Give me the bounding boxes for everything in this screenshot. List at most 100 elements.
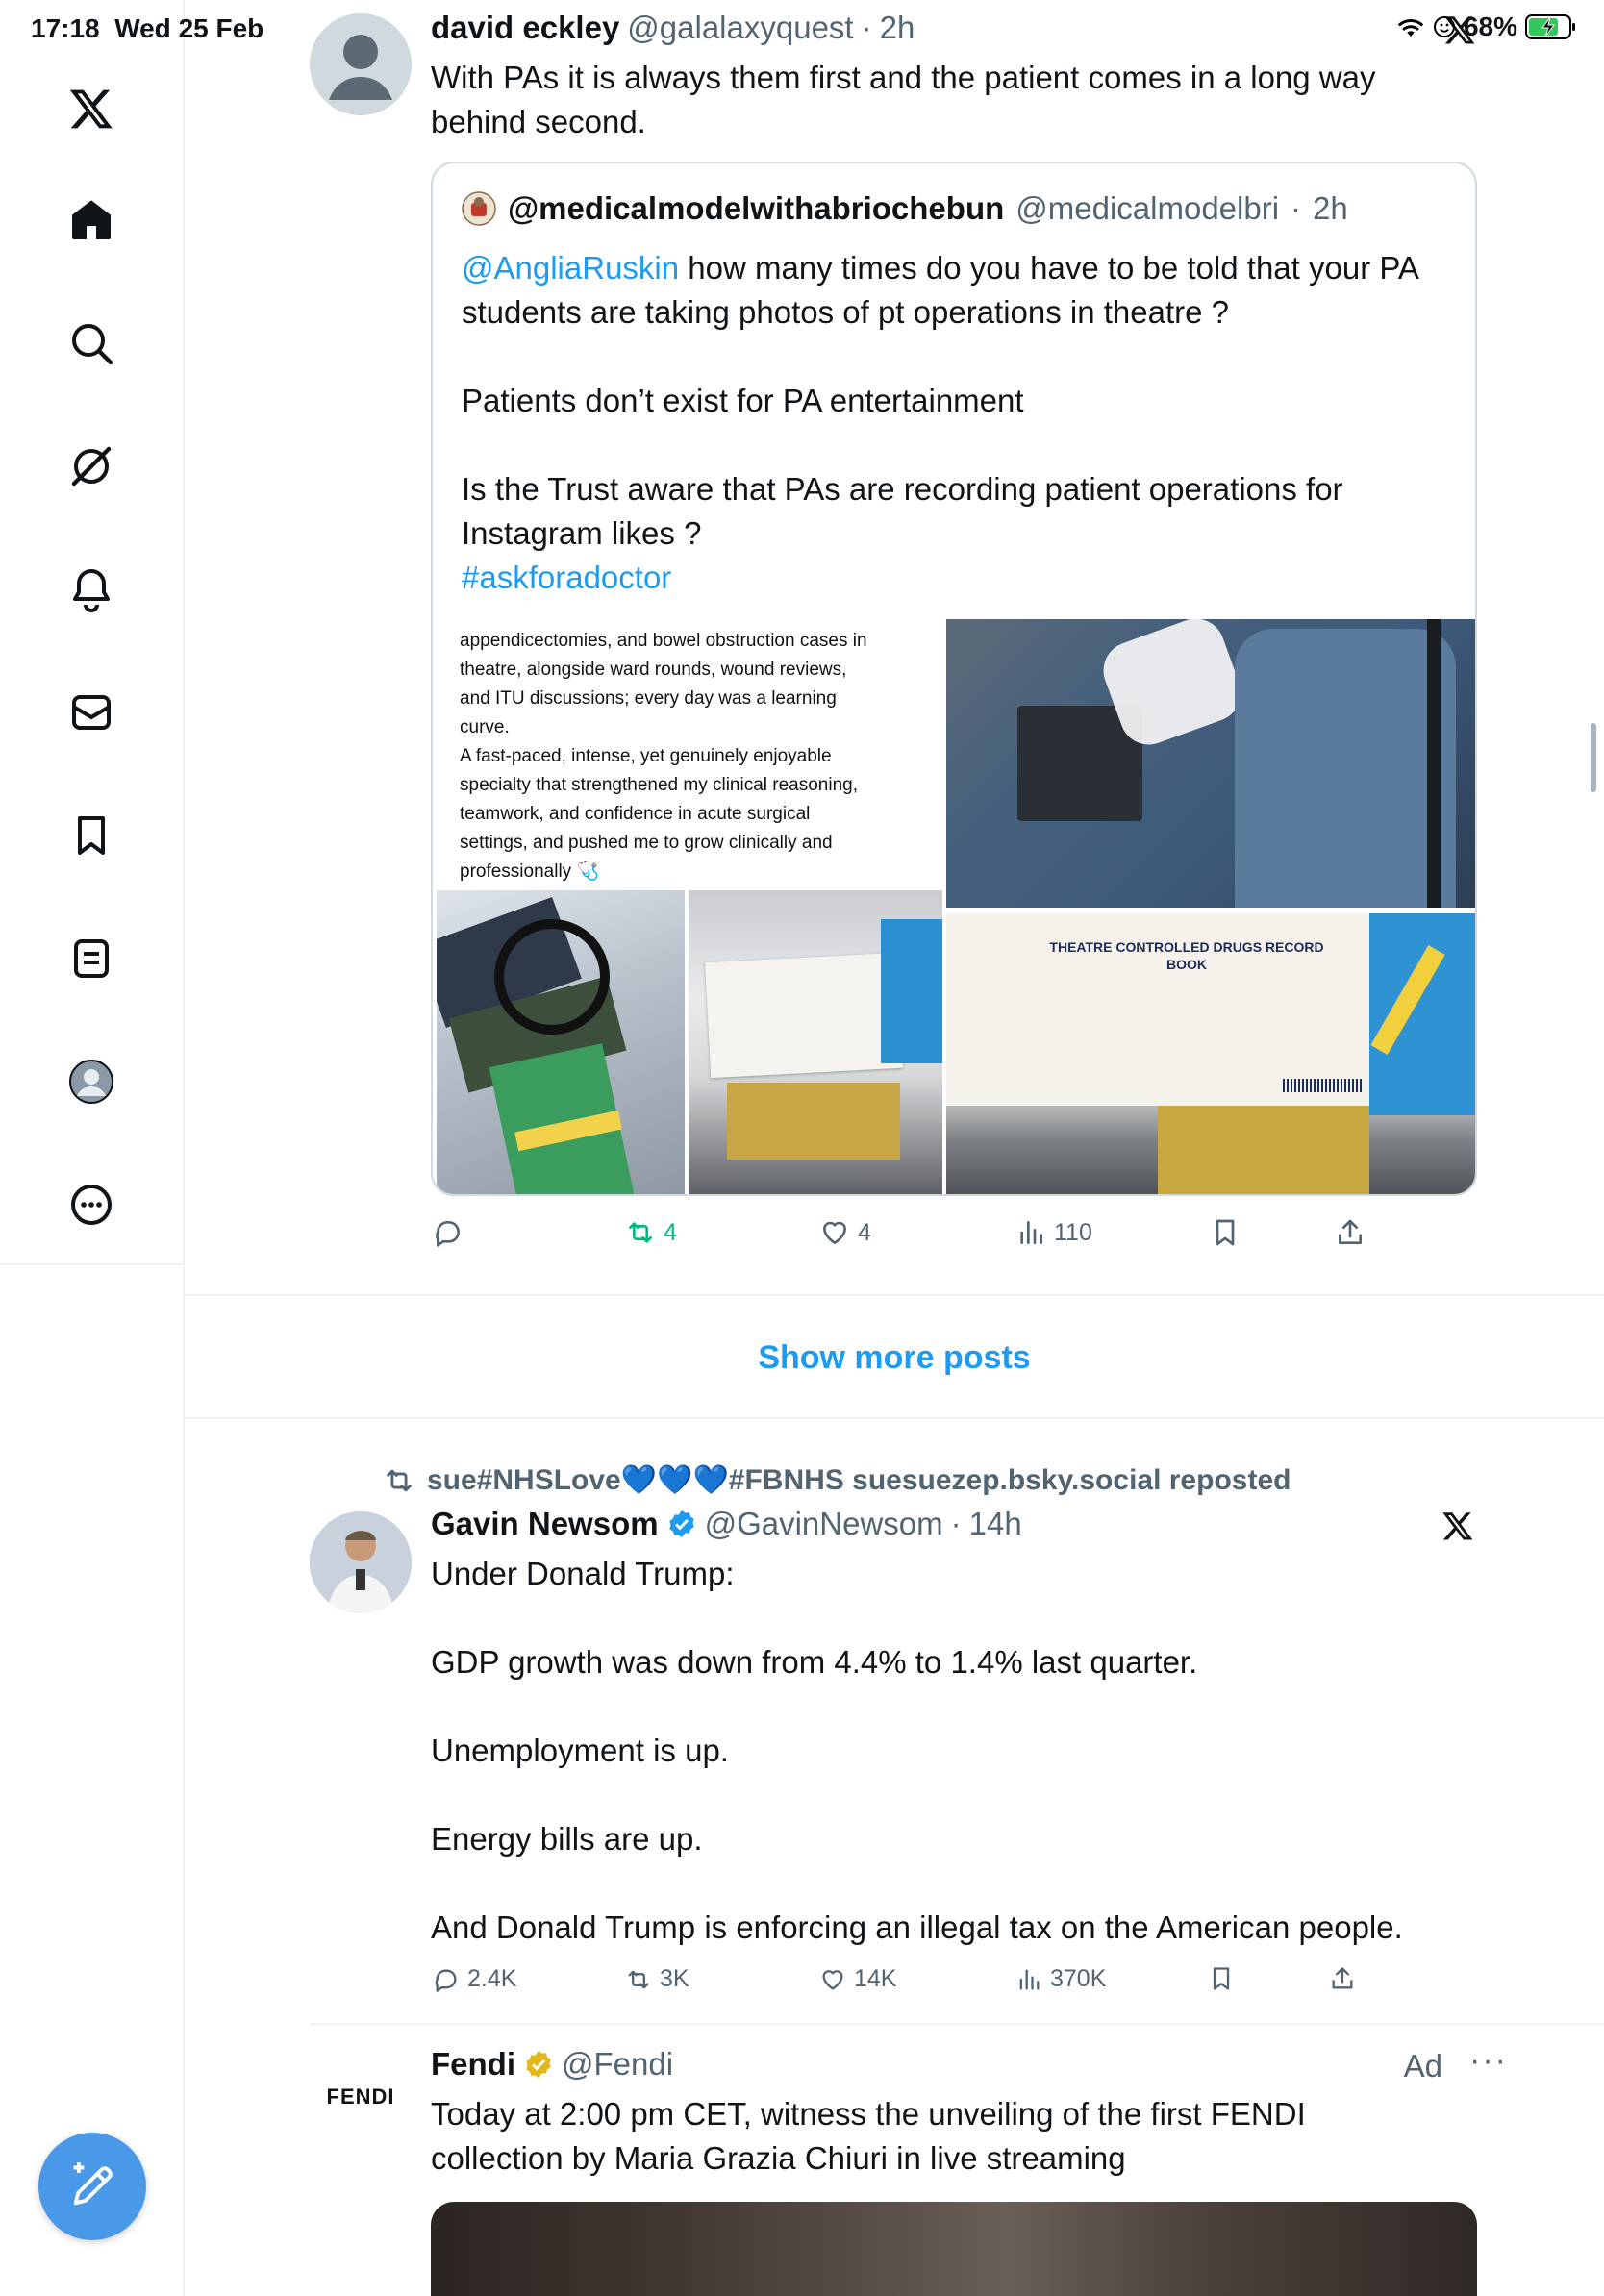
tweet-text-line: And Donald Trump is enforcing an illegal… bbox=[431, 1909, 1403, 1945]
home-icon[interactable] bbox=[60, 188, 123, 252]
bookmarks-icon[interactable] bbox=[60, 804, 123, 867]
views-button[interactable]: 370K bbox=[1015, 1965, 1106, 1993]
bookmark-button[interactable] bbox=[1208, 1965, 1235, 1992]
quote-author-avatar-icon bbox=[462, 191, 496, 226]
media-image-3[interactable]: THEATRE CONTROLLED DRUGS RECORD BOOK bbox=[946, 913, 1475, 1194]
tweet-time[interactable]: 14h bbox=[969, 1506, 1022, 1542]
gavin-newsom-photo bbox=[310, 1511, 412, 1613]
quote-time[interactable]: 2h bbox=[1313, 190, 1348, 227]
tweet-text-line: With PAs it is always them first and the… bbox=[431, 60, 1376, 95]
repost-button[interactable]: 3K bbox=[625, 1965, 689, 1993]
author-handle[interactable]: @GavinNewsom bbox=[705, 1506, 943, 1542]
tweet-text-line: Under Donald Trump: bbox=[431, 1556, 735, 1591]
profile-avatar-icon[interactable] bbox=[60, 1050, 123, 1113]
views-button[interactable]: 110 bbox=[1015, 1217, 1092, 1248]
notifications-bell-icon[interactable] bbox=[60, 558, 123, 621]
tweet-text-line: Unemployment is up. bbox=[431, 1733, 729, 1768]
bookmark-icon bbox=[1216, 1219, 1235, 1246]
image-caption-text: appendicectomies, and bowel obstruction … bbox=[460, 631, 867, 882]
compose-quill-icon bbox=[73, 2162, 113, 2206]
like-button[interactable]: 4 bbox=[819, 1217, 871, 1248]
reply-icon bbox=[435, 1968, 457, 1992]
repost-count: 4 bbox=[664, 1218, 677, 1246]
share-button[interactable] bbox=[1329, 1965, 1356, 1992]
share-button[interactable] bbox=[1335, 1217, 1366, 1248]
more-options-icon[interactable] bbox=[60, 1173, 123, 1236]
repost-banner-text: sue#NHSLove💙💙💙#FBNHS suesuezep.bsky.soci… bbox=[427, 1464, 1291, 1496]
verified-badge-icon bbox=[668, 1510, 694, 1537]
search-icon[interactable] bbox=[60, 312, 123, 375]
fendi-logo[interactable]: FENDI bbox=[310, 2084, 412, 2109]
compose-post-button[interactable] bbox=[38, 2133, 146, 2240]
repost-icon bbox=[628, 1970, 649, 1988]
tweet-text-line: Today at 2:00 pm CET, witness the unveil… bbox=[431, 2096, 1306, 2132]
record-book-photo-small bbox=[689, 890, 942, 1194]
share-icon bbox=[1332, 1967, 1353, 1989]
repost-button[interactable]: 4 bbox=[625, 1217, 677, 1248]
show-more-posts-link[interactable]: Show more posts bbox=[185, 1298, 1604, 1417]
scrollbar-thumb[interactable] bbox=[1591, 723, 1596, 792]
tweet-text-line: collection by Maria Grazia Chiuri in liv… bbox=[431, 2140, 1126, 2176]
status-time: 17:18 bbox=[31, 13, 100, 43]
ad-label: Ad bbox=[1403, 2048, 1442, 2084]
like-count: 4 bbox=[858, 1218, 871, 1246]
hashtag-link[interactable]: #askforadoctor bbox=[462, 556, 1462, 600]
tweet-body: Under Donald Trump: GDP growth was down … bbox=[431, 1552, 1489, 1950]
author-name[interactable]: Gavin Newsom bbox=[431, 1506, 659, 1542]
wifi-icon bbox=[1397, 19, 1424, 37]
quoted-tweet-card[interactable]: @medicalmodelwithabriochebun @medicalmod… bbox=[431, 162, 1477, 1196]
quote-media-grid[interactable]: appendicectomies, and bowel obstruction … bbox=[433, 619, 1475, 1194]
status-date: Wed 25 Feb bbox=[114, 13, 264, 43]
tweet-text-line: behind second. bbox=[431, 104, 646, 139]
sidebar-nav bbox=[0, 0, 185, 2296]
ad-media-video[interactable] bbox=[431, 2202, 1477, 2296]
record-book-label: THEATRE CONTROLLED DRUGS RECORD BOOK bbox=[1049, 939, 1324, 972]
views-count: 370K bbox=[1050, 1965, 1107, 1992]
messages-icon[interactable] bbox=[60, 681, 123, 744]
heart-icon bbox=[823, 1221, 846, 1244]
tweet-header: Fendi @Fendi bbox=[431, 2046, 673, 2083]
reply-icon bbox=[436, 1221, 460, 1247]
views-chart-icon bbox=[1019, 1968, 1040, 1989]
divider bbox=[310, 2023, 1604, 2025]
x-logo-icon[interactable] bbox=[60, 77, 123, 140]
quote-author-name[interactable]: @medicalmodelwithabriochebun bbox=[508, 190, 1004, 227]
author-avatar[interactable] bbox=[310, 1511, 412, 1613]
media-image-2[interactable] bbox=[946, 619, 1475, 908]
reply-count: 2.4K bbox=[467, 1965, 517, 1992]
quote-header: @medicalmodelwithabriochebun @medicalmod… bbox=[462, 190, 1348, 227]
barcode bbox=[1283, 1079, 1364, 1092]
views-count: 110 bbox=[1054, 1218, 1092, 1246]
repost-banner[interactable]: sue#NHSLove💙💙💙#FBNHS suesuezep.bsky.soci… bbox=[383, 1463, 1291, 1497]
author-handle[interactable]: @Fendi bbox=[562, 2046, 673, 2083]
tweet-header: Gavin Newsom @GavinNewsom · 14h bbox=[431, 1506, 1022, 1542]
views-chart-icon bbox=[1020, 1221, 1042, 1244]
grok-icon[interactable] bbox=[60, 435, 123, 498]
author-name[interactable]: Fendi bbox=[431, 2046, 515, 2083]
repost-count: 3K bbox=[660, 1965, 689, 1992]
tweet-body: Today at 2:00 pm CET, witness the unveil… bbox=[431, 2092, 1489, 2181]
reply-button[interactable] bbox=[433, 1217, 464, 1248]
bookmark-button[interactable] bbox=[1210, 1217, 1241, 1248]
repost-icon bbox=[629, 1222, 652, 1243]
share-icon bbox=[1339, 1219, 1362, 1244]
tweet-body: With PAs it is always them first and the… bbox=[431, 56, 1489, 144]
battery-percent: 68% bbox=[1463, 12, 1517, 41]
tweet-text-line: Energy bills are up. bbox=[431, 1821, 703, 1857]
lists-icon[interactable] bbox=[60, 927, 123, 990]
battery-charging-icon bbox=[1525, 14, 1575, 39]
bookmark-icon bbox=[1213, 1967, 1230, 1990]
status-bar: 17:18 Wed 25 Feb 68% bbox=[0, 0, 1604, 60]
like-count: 14K bbox=[854, 1965, 897, 1992]
quote-author-handle[interactable]: @medicalmodelbri bbox=[1015, 190, 1279, 227]
more-options-icon[interactable]: ··· bbox=[1469, 2042, 1508, 2080]
mention-link[interactable]: @AngliaRuskin bbox=[462, 250, 679, 286]
reply-button[interactable]: 2.4K bbox=[433, 1965, 516, 1993]
repost-icon bbox=[387, 1469, 412, 1491]
stethoscope-photo bbox=[437, 890, 685, 1194]
divider bbox=[185, 1417, 1604, 1419]
x-logo-icon[interactable] bbox=[1441, 1510, 1475, 1542]
divider bbox=[185, 1294, 1604, 1296]
media-image-1[interactable]: appendicectomies, and bowel obstruction … bbox=[437, 619, 942, 1194]
like-button[interactable]: 14K bbox=[819, 1965, 896, 1993]
